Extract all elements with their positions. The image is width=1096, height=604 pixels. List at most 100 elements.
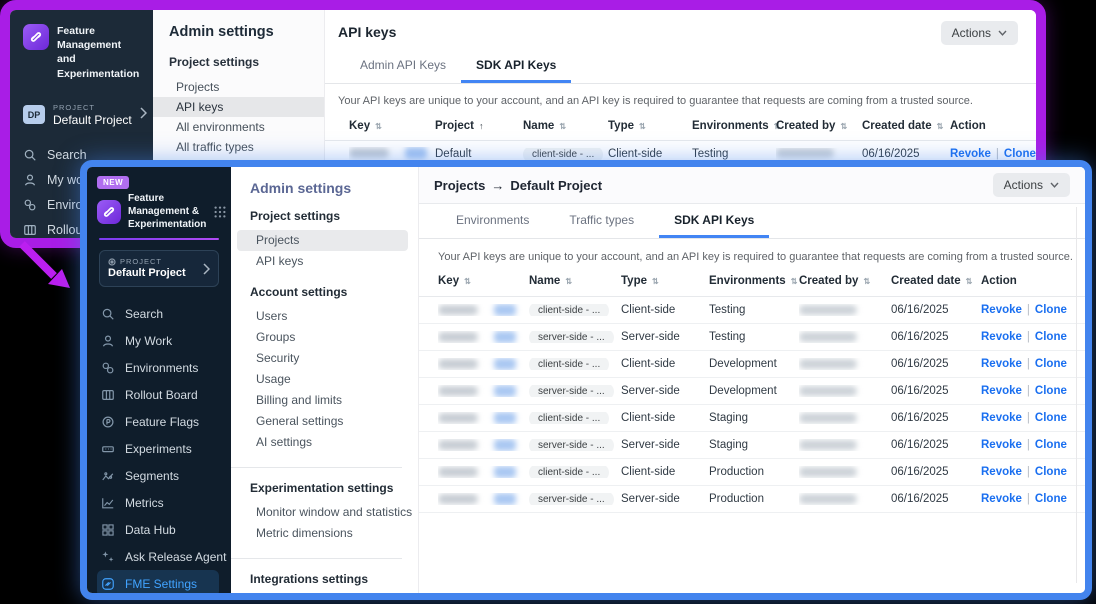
clone-link[interactable]: Clone: [1035, 466, 1067, 478]
revoke-link[interactable]: Revoke: [981, 304, 1022, 316]
key-cell: [438, 358, 529, 370]
created-date-cell: 06/16/2025: [891, 466, 981, 478]
sidebar-item-rollout-board[interactable]: Rollout Board: [97, 381, 219, 408]
sidebar-item-ask-release-agent[interactable]: Ask Release Agent: [97, 543, 219, 570]
revoke-link[interactable]: Revoke: [981, 493, 1022, 505]
chevron-down-icon: [998, 30, 1007, 36]
created-date-cell: 06/16/2025: [891, 412, 981, 424]
nav-item-users[interactable]: Users: [231, 306, 418, 327]
clone-link[interactable]: Clone: [1035, 385, 1067, 397]
actions-button[interactable]: Actions: [941, 21, 1018, 45]
sort-icon[interactable]: [863, 277, 870, 286]
sort-icon[interactable]: [464, 277, 471, 286]
environments-cell: Testing: [709, 331, 799, 343]
tab-environments[interactable]: Environments: [441, 206, 544, 238]
project-switcher[interactable]: PROJECT Default Project: [99, 250, 219, 287]
nav-item-all-environments[interactable]: All environments: [153, 117, 324, 137]
action-separator: |: [1027, 358, 1030, 370]
nav-item-projects[interactable]: Projects: [153, 77, 324, 97]
project-switcher[interactable]: DP PROJECT Default Project: [23, 103, 153, 127]
sort-icon[interactable]: [966, 277, 973, 286]
tab-admin-api-keys[interactable]: Admin API Keys: [345, 51, 461, 83]
sidebar-item-my-work[interactable]: My Work: [97, 327, 219, 354]
breadcrumb-projects[interactable]: Projects: [434, 178, 485, 193]
nav-item-ai-settings[interactable]: AI settings: [231, 432, 418, 453]
sort-icon[interactable]: [375, 122, 382, 131]
nav-item-billing-and-limits[interactable]: Billing and limits: [231, 390, 418, 411]
action-separator: |: [1027, 466, 1030, 478]
clone-link[interactable]: Clone: [1035, 358, 1067, 370]
sidebar-item-feature-flags[interactable]: Feature Flags: [97, 408, 219, 435]
clone-link[interactable]: Clone: [1035, 331, 1067, 343]
sort-icon[interactable]: [559, 122, 566, 131]
revoke-link[interactable]: Revoke: [981, 358, 1022, 370]
redacted-copy-chip[interactable]: [494, 304, 516, 316]
sort-icon[interactable]: [791, 277, 798, 286]
nav-item-general-settings[interactable]: General settings: [231, 411, 418, 432]
nav-item-security[interactable]: Security: [231, 348, 418, 369]
sidebar-item-experiments[interactable]: Experiments: [97, 435, 219, 462]
tab-sdk-api-keys[interactable]: SDK API Keys: [461, 51, 571, 83]
nav-item-api-keys[interactable]: API keys: [231, 251, 418, 272]
nav-item-projects[interactable]: Projects: [237, 230, 408, 251]
key-cell: [438, 304, 529, 316]
created-date-cell: 06/16/2025: [862, 148, 950, 160]
sort-icon[interactable]: [639, 122, 646, 131]
nav-item-api-keys[interactable]: API keys: [153, 97, 324, 117]
redacted-copy-chip[interactable]: [494, 439, 516, 451]
tab-sdk-api-keys[interactable]: SDK API Keys: [659, 206, 769, 238]
sort-icon[interactable]: [937, 122, 944, 131]
nav-item-metric-dimensions[interactable]: Metric dimensions: [231, 523, 418, 544]
action-cell: Revoke|Clone: [981, 304, 1085, 316]
revoke-link[interactable]: Revoke: [981, 466, 1022, 478]
environments-cell: Production: [709, 493, 799, 505]
nav-item-monitor-window-and-statistics[interactable]: Monitor window and statistics: [231, 502, 418, 523]
redacted-copy-chip[interactable]: [494, 358, 516, 370]
revoke-link[interactable]: Revoke: [981, 439, 1022, 451]
redacted-copy-chip[interactable]: [494, 412, 516, 424]
redacted-copy-chip[interactable]: [405, 147, 427, 159]
sidebar-item-data-hub[interactable]: Data Hub: [97, 516, 219, 543]
table-row: client-side - ...Client-sideDevelopment0…: [419, 351, 1085, 378]
sidebar-item-search[interactable]: Search: [97, 300, 219, 327]
project-icon: [108, 258, 116, 266]
redacted-copy-chip[interactable]: [494, 466, 516, 478]
sort-icon[interactable]: [479, 121, 484, 131]
created-date-cell: 06/16/2025: [891, 493, 981, 505]
nav-item-usage[interactable]: Usage: [231, 369, 418, 390]
admin-settings-title: Admin settings: [153, 24, 324, 40]
api-keys-description: Your API keys are unique to your account…: [419, 239, 1085, 263]
sort-icon[interactable]: [565, 277, 572, 286]
clone-link[interactable]: Clone: [1035, 493, 1067, 505]
redacted-copy-chip[interactable]: [494, 331, 516, 343]
revoke-link[interactable]: Revoke: [981, 412, 1022, 424]
clone-link[interactable]: Clone: [1004, 148, 1036, 160]
brand-divider: [99, 238, 219, 240]
clone-link[interactable]: Clone: [1035, 439, 1067, 451]
sidebar-item-fme-settings[interactable]: FME Settings: [97, 570, 219, 597]
sort-icon[interactable]: [840, 122, 847, 131]
name-cell: client-side - ...: [529, 466, 621, 478]
clone-link[interactable]: Clone: [1035, 304, 1067, 316]
sidebar-item-metrics[interactable]: Metrics: [97, 489, 219, 516]
revoke-link[interactable]: Revoke: [981, 331, 1022, 343]
brand-name: Feature Management & Experimentation: [128, 192, 204, 231]
redacted-copy-chip[interactable]: [494, 493, 516, 505]
sidebar-item-environments[interactable]: Environments: [97, 354, 219, 381]
tab-traffic-types[interactable]: Traffic types: [554, 206, 649, 238]
new-badge: NEW: [97, 176, 129, 189]
revoke-link[interactable]: Revoke: [950, 148, 991, 160]
clone-link[interactable]: Clone: [1035, 412, 1067, 424]
action-separator: |: [1027, 493, 1030, 505]
scrollbar-track[interactable]: [1076, 207, 1077, 583]
nav-item-groups[interactable]: Groups: [231, 327, 418, 348]
sort-icon[interactable]: [652, 277, 659, 286]
sidebar-item-segments[interactable]: Segments: [97, 462, 219, 489]
nav-item-integrations[interactable]: Integrations: [231, 593, 418, 600]
segments-icon: [101, 469, 115, 483]
nav-item-all-traffic-types[interactable]: All traffic types: [153, 137, 324, 157]
apps-grid-icon[interactable]: [213, 205, 227, 219]
actions-button[interactable]: Actions: [993, 173, 1070, 197]
revoke-link[interactable]: Revoke: [981, 385, 1022, 397]
redacted-copy-chip[interactable]: [494, 385, 516, 397]
